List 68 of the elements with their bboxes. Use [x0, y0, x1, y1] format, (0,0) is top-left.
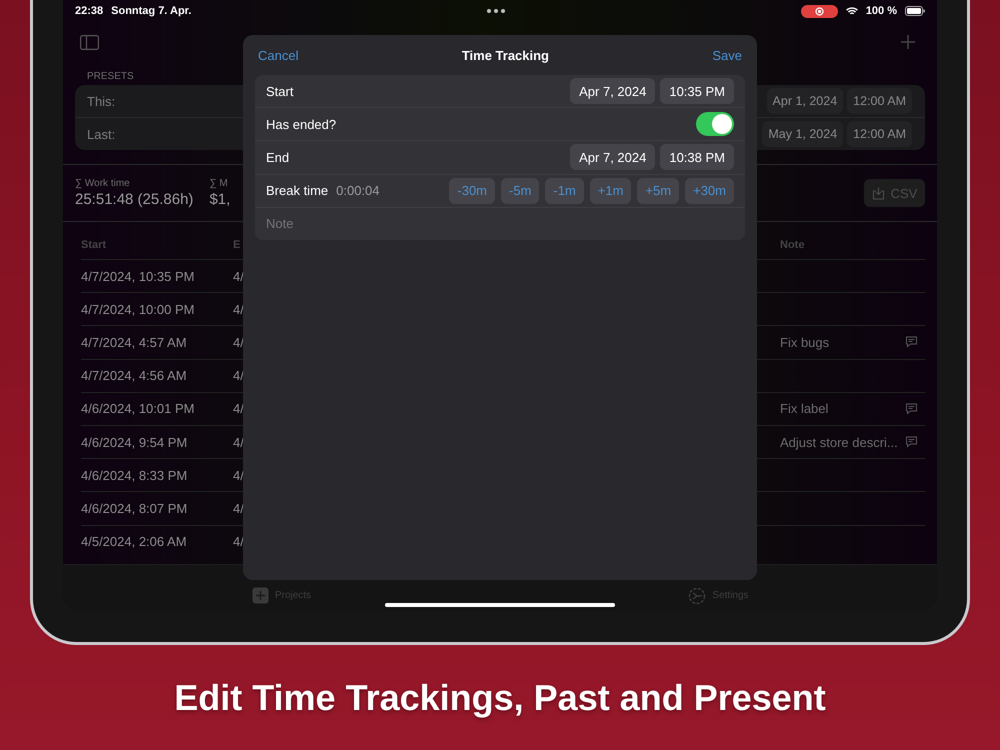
- stat-value: $1,: [209, 191, 230, 208]
- adjust-button[interactable]: +5m: [637, 178, 680, 204]
- adjust-button[interactable]: -30m: [449, 178, 496, 204]
- time-picker[interactable]: 10:35 PM: [660, 78, 734, 104]
- sidebar-icon[interactable]: [80, 34, 99, 50]
- field-label: End: [266, 150, 290, 165]
- table-cell-text: 4/6/2024, 10:01 PM: [81, 401, 196, 416]
- table-cell-text: 4/7/2024, 10:35 PM: [81, 268, 196, 284]
- table-cell: 4/: [233, 500, 244, 516]
- table-cell-text: 4/7/2024, 4:57 AM: [81, 334, 188, 350]
- section-heading: PRESETS: [87, 71, 134, 82]
- adjust-button[interactable]: -1m: [545, 178, 584, 204]
- column-header: Start: [81, 239, 108, 251]
- table-cell-text: 4/6/2024, 8:07 PM: [81, 500, 188, 516]
- date-picker[interactable]: Apr 7, 2024: [570, 78, 656, 104]
- status-date: Sonntag 7. Apr.: [111, 5, 192, 17]
- date-picker[interactable]: May 1, 2024: [762, 121, 844, 147]
- stat-value: 25:51:48 (25.86h): [75, 191, 194, 208]
- table-cell: Fix label: [780, 401, 828, 416]
- export-icon: [872, 186, 885, 200]
- time-picker[interactable]: 12:00 AM: [847, 121, 912, 147]
- date-picker[interactable]: Apr 7, 2024: [570, 144, 656, 170]
- note-field[interactable]: Note: [266, 216, 734, 232]
- table-cell: 4/: [233, 534, 244, 550]
- table-cell-text: 4/7/2024, 10:00 PM: [81, 302, 196, 317]
- comment-icon: [905, 336, 918, 348]
- battery-percent: 100 %: [866, 5, 898, 17]
- table-cell: Adjust store descri...: [780, 434, 898, 450]
- toggle-switch[interactable]: [696, 112, 734, 136]
- wifi-icon: [846, 6, 858, 16]
- table-cell: 4/: [233, 334, 244, 350]
- caption: Edit Time Trackings, Past and Present: [174, 676, 826, 718]
- table-cell: 4/: [233, 434, 244, 450]
- more-icon[interactable]: [487, 9, 506, 13]
- column-header: Note: [780, 239, 804, 251]
- battery-icon: [905, 6, 926, 16]
- table-cell-text: 4/6/2024, 8:33 PM: [81, 468, 188, 483]
- table-cell: 4/: [233, 401, 244, 416]
- break-value: 0:00:04: [336, 183, 380, 198]
- field-label: Break time: [266, 183, 328, 198]
- status-time: 22:38: [75, 5, 104, 17]
- table-cell-text: 4/5/2024, 2:06 AM: [81, 534, 188, 550]
- time-picker[interactable]: 12:00 AM: [847, 88, 912, 114]
- cancel-button[interactable]: Cancel: [258, 48, 298, 62]
- time-picker[interactable]: 10:38 PM: [660, 144, 734, 170]
- adjust-button[interactable]: -5m: [501, 178, 540, 204]
- preset-label: Last:: [87, 126, 116, 142]
- table-cell: 4/: [233, 302, 244, 317]
- comment-icon: [905, 402, 918, 415]
- stat-label: ∑ M: [209, 178, 229, 189]
- table-cell-text: 4/7/2024, 4:56 AM: [81, 368, 188, 384]
- recording-indicator: [800, 4, 838, 18]
- table-cell: 4/: [233, 268, 244, 284]
- field-label: Has ended?: [266, 116, 336, 132]
- table-cell: Fix bugs: [780, 334, 830, 350]
- adjust-button[interactable]: +1m: [590, 178, 632, 204]
- preset-label: This:: [87, 94, 116, 108]
- comment-icon: [905, 436, 918, 448]
- date-picker[interactable]: Apr 1, 2024: [766, 88, 844, 114]
- table-cell-text: 4/6/2024, 9:54 PM: [81, 434, 188, 450]
- adjust-button[interactable]: +30m: [685, 178, 734, 204]
- stat-label: ∑ Work time: [75, 178, 131, 189]
- dialog-title: Time Tracking: [462, 48, 549, 62]
- field-label: Start: [266, 84, 294, 99]
- table-cell: 4/: [233, 368, 244, 384]
- column-header: E: [233, 239, 240, 251]
- save-button[interactable]: Save: [712, 48, 742, 62]
- table-cell: 4/: [233, 468, 244, 483]
